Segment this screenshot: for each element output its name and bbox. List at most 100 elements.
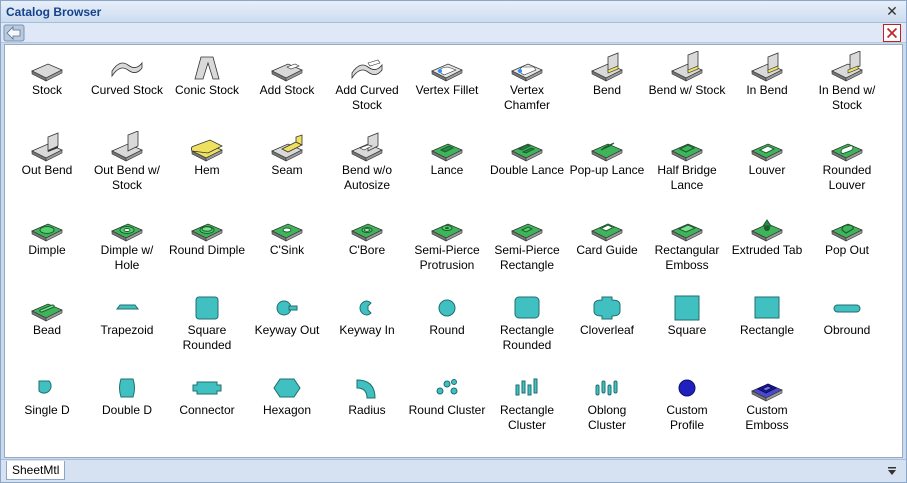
- out-bend-icon: [31, 132, 63, 162]
- catalog-item-vertex-chamfer[interactable]: Vertex Chamfer: [487, 49, 567, 129]
- catalog-item-curved-stock[interactable]: Curved Stock: [87, 49, 167, 129]
- catalog-item-label: In Bend: [746, 83, 788, 97]
- catalog-item-bend-no-autosize[interactable]: Bend w/o Autosize: [327, 129, 407, 209]
- dropdown-triangle-icon[interactable]: [887, 466, 897, 476]
- bead-icon: [31, 303, 63, 322]
- cloverleaf-icon: [593, 296, 621, 320]
- catalog-item-label: C'Bore: [348, 243, 386, 257]
- catalog-item-square[interactable]: Square: [647, 289, 727, 369]
- catalog-item-dimple-hole[interactable]: Dimple w/ Hole: [87, 209, 167, 289]
- catalog-item-rectangle[interactable]: Rectangle: [727, 289, 807, 369]
- catalog-item-label: Rectangle Rounded: [499, 323, 555, 352]
- catalog-item-dimple[interactable]: Dimple: [7, 209, 87, 289]
- catalog-item-lance[interactable]: Lance: [407, 129, 487, 209]
- catalog-item-vertex-fillet[interactable]: Vertex Fillet: [407, 49, 487, 129]
- catalog-item-cbore[interactable]: C'Bore: [327, 209, 407, 289]
- catalog-item-louver[interactable]: Louver: [727, 129, 807, 209]
- card-guide-icon: [591, 223, 623, 242]
- catalog-item-rounded-louver[interactable]: Rounded Louver: [807, 129, 887, 209]
- in-bend-with-stock-icon: [831, 51, 863, 82]
- catalog-item-label: Semi-Pierce Protrusion: [414, 243, 480, 272]
- catalog-item-custom-profile[interactable]: Custom Profile: [647, 369, 727, 449]
- catalog-item-stock-plate[interactable]: Stock: [7, 49, 87, 129]
- catalog-item-conic-stock[interactable]: Conic Stock: [167, 49, 247, 129]
- catalog-item-trapezoid[interactable]: Trapezoid: [87, 289, 167, 369]
- catalog-item-double-d[interactable]: Double D: [87, 369, 167, 449]
- double-d-icon: [119, 378, 135, 398]
- catalog-item-rectangular-emboss[interactable]: Rectangular Emboss: [647, 209, 727, 289]
- catalog-item-add-curved-stock[interactable]: Add Curved Stock: [327, 49, 407, 129]
- catalog-item-oblong-cluster[interactable]: Oblong Cluster: [567, 369, 647, 449]
- obround-icon: [833, 304, 861, 313]
- window-title: Catalog Browser: [6, 5, 102, 19]
- catalog-item-label: Half Bridge Lance: [657, 163, 717, 192]
- catalog-item-semi-pierce-protrusion[interactable]: Semi-Pierce Protrusion: [407, 209, 487, 289]
- catalog-item-label: Single D: [24, 403, 70, 417]
- tab-sheetmtl[interactable]: SheetMtl: [6, 461, 66, 480]
- catalog-item-custom-emboss[interactable]: Custom Emboss: [727, 369, 807, 449]
- catalog-item-double-lance[interactable]: Double Lance: [487, 129, 567, 209]
- rectangular-emboss-icon: [671, 223, 703, 242]
- catalog-item-bend-with-stock[interactable]: Bend w/ Stock: [647, 49, 727, 129]
- catalog-item-rectangle-cluster[interactable]: Rectangle Cluster: [487, 369, 567, 449]
- catalog-item-hexagon[interactable]: Hexagon: [247, 369, 327, 449]
- catalog-item-cloverleaf[interactable]: Cloverleaf: [567, 289, 647, 369]
- catalog-item-half-bridge-lance[interactable]: Half Bridge Lance: [647, 129, 727, 209]
- catalog-item-label: Vertex Fillet: [415, 83, 479, 97]
- catalog-item-round[interactable]: Round: [407, 289, 487, 369]
- catalog-item-round-dimple[interactable]: Round Dimple: [167, 209, 247, 289]
- back-arrow-icon[interactable]: [3, 24, 25, 42]
- semi-pierce-protrusion-icon: [431, 223, 463, 242]
- square-icon: [674, 295, 700, 321]
- rectangle-rounded-icon: [514, 296, 540, 319]
- hexagon-icon: [273, 378, 301, 398]
- title-bar: Catalog Browser ✕: [1, 1, 906, 23]
- pop-out-icon: [831, 223, 863, 242]
- catalog-item-label: Rounded Louver: [822, 163, 872, 192]
- catalog-item-hem[interactable]: Hem: [167, 129, 247, 209]
- catalog-item-radius[interactable]: Radius: [327, 369, 407, 449]
- round-dimple-icon: [191, 223, 223, 242]
- catalog-item-card-guide[interactable]: Card Guide: [567, 209, 647, 289]
- catalog-item-single-d[interactable]: Single D: [7, 369, 87, 449]
- hem-icon: [190, 139, 223, 162]
- catalog-item-keyway-out[interactable]: Keyway Out: [247, 289, 327, 369]
- vertex-chamfer-icon: [511, 63, 543, 82]
- catalog-item-bend[interactable]: Bend: [567, 49, 647, 129]
- catalog-item-extruded-tab[interactable]: Extruded Tab: [727, 209, 807, 289]
- catalog-item-in-bend[interactable]: In Bend: [727, 49, 807, 129]
- catalog-item-label: Stock: [31, 83, 62, 97]
- rectangle-cluster-icon: [515, 378, 538, 396]
- catalog-item-label: Connector: [179, 403, 235, 417]
- catalog-item-bead[interactable]: Bead: [7, 289, 87, 369]
- catalog-item-seam[interactable]: Seam: [247, 129, 327, 209]
- catalog-item-label: Bend w/o Autosize: [341, 163, 393, 192]
- catalog-item-label: Dimple: [28, 243, 66, 257]
- catalog-item-connector[interactable]: Connector: [167, 369, 247, 449]
- catalog-item-label: Square Rounded: [182, 323, 232, 352]
- catalog-item-label: Round Cluster: [408, 403, 486, 417]
- catalog-item-keyway-in[interactable]: Keyway In: [327, 289, 407, 369]
- catalog-item-out-bend-with-stock[interactable]: Out Bend w/ Stock: [87, 129, 167, 209]
- catalog-item-label: Out Bend: [21, 163, 73, 177]
- round-icon: [438, 299, 456, 317]
- catalog-item-label: Rectangle Cluster: [499, 403, 555, 432]
- catalog-item-label: Curved Stock: [90, 83, 164, 97]
- catalog-item-csink[interactable]: C'Sink: [247, 209, 327, 289]
- catalog-item-popup-lance[interactable]: Pop-up Lance: [567, 129, 647, 209]
- catalog-item-pop-out[interactable]: Pop Out: [807, 209, 887, 289]
- close-icon[interactable]: ✕: [884, 3, 900, 19]
- catalog-item-label: Double Lance: [489, 163, 565, 177]
- in-bend-icon: [751, 52, 783, 82]
- catalog-item-label: Keyway Out: [254, 323, 320, 337]
- catalog-item-square-rounded[interactable]: Square Rounded: [167, 289, 247, 369]
- connector-icon: [192, 381, 222, 395]
- catalog-item-rectangle-rounded[interactable]: Rectangle Rounded: [487, 289, 567, 369]
- red-close-icon[interactable]: [883, 24, 901, 42]
- catalog-item-round-cluster[interactable]: Round Cluster: [407, 369, 487, 449]
- catalog-item-in-bend-with-stock[interactable]: In Bend w/ Stock: [807, 49, 887, 129]
- catalog-item-out-bend[interactable]: Out Bend: [7, 129, 87, 209]
- catalog-item-semi-pierce-rectangle[interactable]: Semi-Pierce Rectangle: [487, 209, 567, 289]
- catalog-item-add-stock[interactable]: Add Stock: [247, 49, 327, 129]
- catalog-item-obround[interactable]: Obround: [807, 289, 887, 369]
